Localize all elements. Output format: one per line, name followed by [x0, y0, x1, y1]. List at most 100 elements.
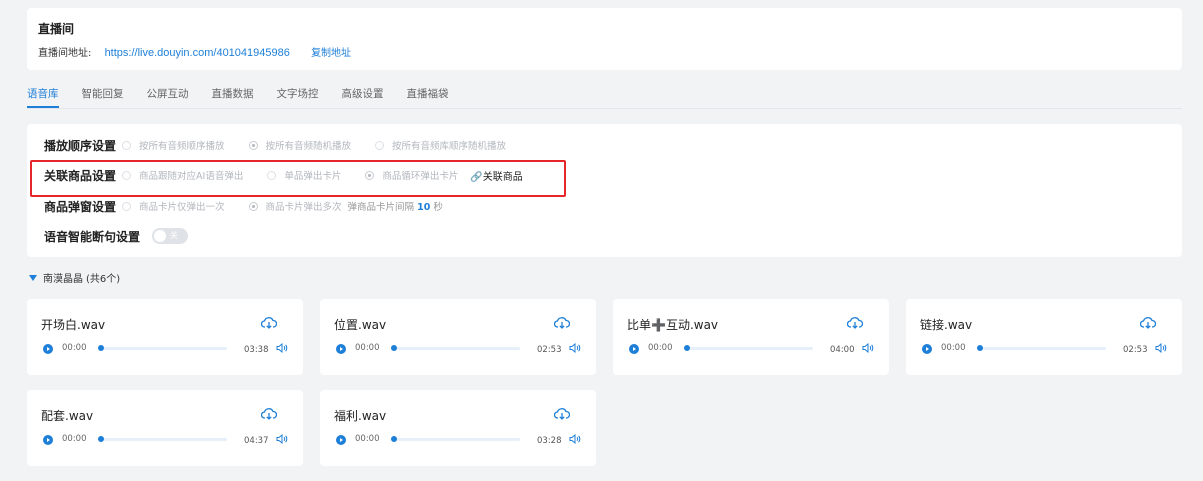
play-icon[interactable]: [43, 344, 53, 354]
audio-file-name: 开场白.wav: [41, 318, 106, 332]
live-room-address: 直播间地址: https://live.douyin.com/401041945…: [38, 44, 351, 59]
duration: 02:53: [1123, 345, 1148, 355]
related-goods-option-loop-card[interactable]: 商品循环弹出卡片: [365, 168, 458, 182]
audio-card: 位置.wav 00:00 02:53: [320, 299, 596, 375]
audio-card: 福利.wav 00:00 03:28: [320, 390, 596, 466]
progress-handle[interactable]: [684, 345, 690, 351]
popup-option-multiple[interactable]: 商品卡片弹出多次: [248, 199, 342, 213]
group-name: 南漠晶晶: [43, 274, 83, 285]
duration: 04:37: [244, 436, 269, 446]
progress-handle[interactable]: [98, 345, 104, 351]
radio-checked-icon: [248, 201, 258, 211]
duration: 04:00: [830, 345, 855, 355]
toggle-knob: [154, 230, 167, 242]
radio-icon: [122, 140, 132, 150]
related-goods-row: 关联商品设置 商品跟随对应AI语音弹出 单品弹出卡片 商品循环弹出卡片 🔗关联商…: [44, 166, 523, 184]
play-icon[interactable]: [43, 435, 53, 445]
radio-checked-icon: [248, 140, 258, 150]
progress-track[interactable]: [977, 345, 1106, 351]
audio-group-header[interactable]: 南漠晶晶 (共6个): [29, 270, 120, 285]
tab-voice-library[interactable]: 语音库: [27, 86, 59, 108]
cloud-download-icon[interactable]: [554, 316, 570, 330]
audio-file-name: 位置.wav: [334, 318, 387, 332]
volume-icon[interactable]: [1155, 343, 1167, 353]
link-goods-button[interactable]: 🔗关联商品: [470, 168, 522, 183]
smart-break-label: 语音智能断句设置: [44, 229, 141, 244]
current-time: 00:00: [355, 343, 380, 353]
popup-label: 商品弹窗设置: [44, 199, 117, 214]
play-order-option-random[interactable]: 按所有音频随机播放: [248, 138, 351, 152]
audio-card: 配套.wav 00:00 04:37: [27, 390, 303, 466]
playback-settings-panel: 播放顺序设置 按所有音频顺序播放 按所有音频随机播放 按所有音频库顺序随机播放 …: [27, 124, 1182, 257]
radio-icon: [122, 170, 132, 180]
interval-value[interactable]: 10: [417, 202, 430, 213]
current-time: 00:00: [941, 343, 966, 353]
smart-break-toggle[interactable]: 关: [152, 228, 189, 244]
volume-icon[interactable]: [569, 343, 581, 353]
cloud-download-icon[interactable]: [847, 316, 863, 330]
audio-card: 比单➕互动.wav 00:00 04:00: [613, 299, 889, 375]
progress-handle[interactable]: [391, 345, 397, 351]
cloud-download-icon[interactable]: [261, 316, 277, 330]
caret-down-icon: [29, 274, 37, 281]
progress-track[interactable]: [98, 345, 227, 351]
volume-icon[interactable]: [276, 343, 288, 353]
cloud-download-icon[interactable]: [1140, 316, 1156, 330]
tab-public-interaction[interactable]: 公屏互动: [147, 86, 189, 108]
play-icon[interactable]: [922, 344, 932, 354]
related-goods-option-follow-ai[interactable]: 商品跟随对应AI语音弹出: [122, 168, 243, 182]
play-icon[interactable]: [336, 435, 346, 445]
cloud-download-icon[interactable]: [554, 407, 570, 421]
play-order-option-library-random[interactable]: 按所有音频库顺序随机播放: [375, 138, 506, 152]
play-order-row: 播放顺序设置 按所有音频顺序播放 按所有音频随机播放 按所有音频库顺序随机播放: [44, 136, 530, 154]
play-order-option-sequential[interactable]: 按所有音频顺序播放: [122, 138, 225, 152]
progress-handle[interactable]: [391, 436, 397, 442]
live-room-title: 直播间: [38, 22, 75, 36]
related-goods-label: 关联商品设置: [44, 168, 117, 183]
progress-handle[interactable]: [977, 345, 983, 351]
volume-icon[interactable]: [862, 343, 874, 353]
progress-track[interactable]: [391, 345, 520, 351]
duration: 03:38: [244, 345, 269, 355]
play-icon[interactable]: [336, 344, 346, 354]
duration: 03:28: [537, 436, 562, 446]
audio-file-name: 链接.wav: [920, 318, 973, 332]
play-order-label: 播放顺序设置: [44, 138, 117, 153]
tab-advanced-settings[interactable]: 高级设置: [342, 86, 384, 108]
progress-handle[interactable]: [98, 436, 104, 442]
progress-track[interactable]: [98, 436, 227, 442]
radio-icon: [375, 140, 385, 150]
current-time: 00:00: [62, 343, 87, 353]
smart-break-row: 语音智能断句设置 关: [44, 227, 189, 245]
cloud-download-icon[interactable]: [261, 407, 277, 421]
toggle-text: 关: [170, 231, 179, 240]
volume-icon[interactable]: [276, 434, 288, 444]
duration: 02:53: [537, 345, 562, 355]
tab-live-lucky-bag[interactable]: 直播福袋: [407, 86, 449, 108]
tab-text-control[interactable]: 文字场控: [277, 86, 319, 108]
audio-file-name: 福利.wav: [334, 409, 387, 423]
related-goods-option-single-card[interactable]: 单品弹出卡片: [267, 168, 341, 182]
radio-icon: [122, 201, 132, 211]
audio-card: 开场白.wav 00:00 03:38: [27, 299, 303, 375]
tab-live-data[interactable]: 直播数据: [212, 86, 254, 108]
audio-file-name: 比单➕互动.wav: [627, 318, 719, 332]
live-room-url[interactable]: https://live.douyin.com/401041945986: [105, 47, 290, 59]
tab-smart-reply[interactable]: 智能回复: [82, 86, 124, 108]
live-room-card: 直播间 直播间地址: https://live.douyin.com/40104…: [27, 8, 1182, 70]
tab-bar: 语音库 智能回复 公屏互动 直播数据 文字场控 高级设置 直播福袋: [27, 86, 472, 108]
audio-file-name: 配套.wav: [41, 409, 94, 423]
current-time: 00:00: [648, 343, 673, 353]
popup-option-once[interactable]: 商品卡片仅弹出一次: [122, 199, 225, 213]
play-icon[interactable]: [629, 344, 639, 354]
copy-address-link[interactable]: 复制地址: [311, 48, 351, 59]
progress-track[interactable]: [391, 436, 520, 442]
tab-divider: [27, 108, 1182, 109]
progress-track[interactable]: [684, 345, 813, 351]
radio-icon: [267, 170, 277, 180]
current-time: 00:00: [62, 434, 87, 444]
volume-icon[interactable]: [569, 434, 581, 444]
group-count: (共6个): [86, 274, 121, 285]
radio-checked-icon: [365, 170, 375, 180]
audio-card: 链接.wav 00:00 02:53: [906, 299, 1182, 375]
